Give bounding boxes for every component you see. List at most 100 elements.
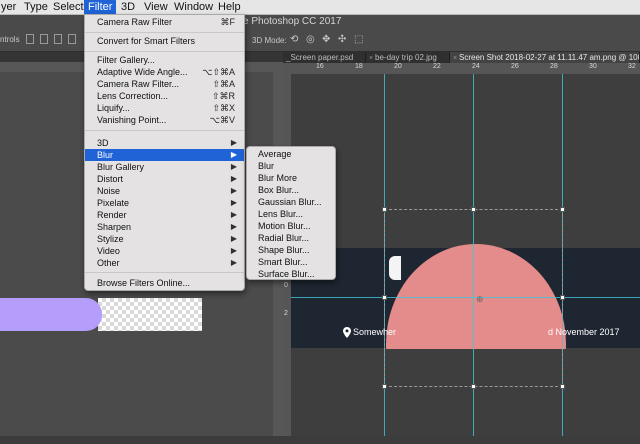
menu-separator <box>85 272 244 273</box>
menu-item-label: Adaptive Wide Angle... <box>97 67 188 77</box>
menu-item-3d[interactable]: 3D ▶ <box>85 137 244 149</box>
menu-item-label: Filter Gallery... <box>97 55 155 65</box>
align-icon[interactable] <box>68 34 76 44</box>
menu-item-lens-correction[interactable]: Lens Correction... ⇧⌘R <box>85 90 244 102</box>
transform-handle[interactable] <box>382 384 387 389</box>
ruler-mark: 32 <box>628 63 636 70</box>
ruler-mark: 2 <box>284 310 288 317</box>
menu-item-label: Convert for Smart Filters <box>97 36 196 46</box>
canvas[interactable]: ⊕ Somewher d November 2017 <box>291 74 640 436</box>
menu-view[interactable]: View <box>140 0 172 14</box>
menu-item-sharpen[interactable]: Sharpen ▶ <box>85 221 244 233</box>
menu-item-other[interactable]: Other ▶ <box>85 257 244 269</box>
menu-item-render[interactable]: Render ▶ <box>85 209 244 221</box>
submenu-item-radial-blur[interactable]: Radial Blur... <box>247 232 335 244</box>
transform-handle[interactable] <box>560 207 565 212</box>
submenu-item-label: Gaussian Blur... <box>258 197 322 207</box>
menu-item-video[interactable]: Video ▶ <box>85 245 244 257</box>
menu-item-blur-gallery[interactable]: Blur Gallery ▶ <box>85 161 244 173</box>
menu-item-pixelate[interactable]: Pixelate ▶ <box>85 197 244 209</box>
ruler-mark: 24 <box>472 63 480 70</box>
submenu-arrow-icon: ▶ <box>230 246 237 255</box>
menu-item-shortcut: ⌥⌘V <box>209 115 235 125</box>
menu-item-label: Blur <box>97 150 114 160</box>
menu-filter[interactable]: Filter <box>84 0 117 14</box>
align-icon[interactable] <box>54 34 62 44</box>
menu-item-camera-raw-filter-last[interactable]: Camera Raw Filter ⌘F <box>85 16 244 28</box>
menu-help[interactable]: Help <box>214 0 245 14</box>
submenu-item-blur[interactable]: Blur <box>247 160 335 172</box>
guide-vertical[interactable] <box>473 74 474 436</box>
menu-item-label: Lens Correction... <box>97 91 169 101</box>
menu-window[interactable]: Window <box>170 0 217 14</box>
transform-handle[interactable] <box>471 384 476 389</box>
submenu-item-shape-blur[interactable]: Shape Blur... <box>247 244 335 256</box>
submenu-item-gaussian-blur[interactable]: Gaussian Blur... <box>247 196 335 208</box>
transform-handle[interactable] <box>471 207 476 212</box>
menu-item-label: Stylize <box>97 234 124 244</box>
3d-scale-icon[interactable]: ⬚ <box>354 34 363 45</box>
transform-handle[interactable] <box>382 295 387 300</box>
menu-item-shortcut: ⌘F <box>220 17 236 27</box>
menu-item-label: Browse Filters Online... <box>97 278 191 288</box>
menu-3d[interactable]: 3D <box>117 0 139 14</box>
3d-slide-icon[interactable]: ✣ <box>338 34 346 45</box>
menu-item-camera-raw-filter[interactable]: Camera Raw Filter... ⇧⌘A <box>85 78 244 90</box>
menu-item-stylize[interactable]: Stylize ▶ <box>85 233 244 245</box>
menu-select[interactable]: Select <box>49 0 88 14</box>
menu-item-liquify[interactable]: Liquify... ⇧⌘X <box>85 102 244 114</box>
menu-item-vanishing-point[interactable]: Vanishing Point... ⌥⌘V <box>85 114 244 126</box>
submenu-item-blur-more[interactable]: Blur More <box>247 172 335 184</box>
3d-pan-icon[interactable]: ✥ <box>322 34 330 45</box>
submenu-item-label: Smart Blur... <box>258 257 308 267</box>
menu-layer[interactable]: yer <box>0 0 20 14</box>
menu-item-convert-smart-filters[interactable]: Convert for Smart Filters <box>85 35 244 47</box>
menu-item-shortcut: ⇧⌘X <box>212 103 235 113</box>
menu-item-browse-filters-online[interactable]: Browse Filters Online... <box>85 277 244 289</box>
align-icon[interactable] <box>26 34 34 44</box>
submenu-item-smart-blur[interactable]: Smart Blur... <box>247 256 335 268</box>
submenu-arrow-icon: ▶ <box>230 210 237 219</box>
menu-item-label: Distort <box>97 174 124 184</box>
menu-item-noise[interactable]: Noise ▶ <box>85 185 244 197</box>
center-point-icon: ⊕ <box>476 294 484 304</box>
tab-day-trip[interactable]: × be-day trip 02.jpg <box>366 52 450 63</box>
ruler-mark: 16 <box>316 63 324 70</box>
submenu-item-label: Lens Blur... <box>258 209 304 219</box>
menu-item-filter-gallery[interactable]: Filter Gallery... <box>85 54 244 66</box>
purple-shape <box>0 298 102 331</box>
submenu-item-motion-blur[interactable]: Motion Blur... <box>247 220 335 232</box>
submenu-item-label: Radial Blur... <box>258 233 310 243</box>
3d-mode-label: 3D Mode: <box>252 36 287 45</box>
3d-roll-icon[interactable]: ◎ <box>306 34 315 45</box>
tab-screen-shot[interactable]: × Screen Shot 2018-02-27 at 11.11.47 am.p… <box>450 52 640 63</box>
menu-type[interactable]: Type <box>20 0 52 14</box>
horizontal-ruler: 16 18 20 22 24 26 28 30 32 <box>283 63 640 74</box>
transform-handle[interactable] <box>560 384 565 389</box>
submenu-arrow-icon: ▶ <box>230 222 237 231</box>
tab-screen-paper[interactable]: _Screen paper.psd <box>283 52 366 63</box>
align-icon[interactable] <box>40 34 48 44</box>
submenu-item-surface-blur[interactable]: Surface Blur... <box>247 268 335 280</box>
submenu-item-lens-blur[interactable]: Lens Blur... <box>247 208 335 220</box>
transform-handle[interactable] <box>382 207 387 212</box>
menu-item-label: Render <box>97 210 127 220</box>
submenu-item-box-blur[interactable]: Box Blur... <box>247 184 335 196</box>
3d-rotate-icon[interactable]: ⟲ <box>290 34 298 45</box>
menu-item-label: Liquify... <box>97 103 130 113</box>
transform-handle[interactable] <box>560 295 565 300</box>
submenu-arrow-icon: ▶ <box>230 138 237 147</box>
menu-separator <box>85 51 244 52</box>
document-tabs: _Screen paper.psd × be-day trip 02.jpg × S… <box>283 52 640 63</box>
guide-horizontal[interactable] <box>291 297 640 298</box>
ruler-mark: 22 <box>433 63 441 70</box>
tab-label: Screen Shot 2018-02-27 at 11.11.47 am.pn… <box>459 53 640 62</box>
menu-item-adaptive-wide-angle[interactable]: Adaptive Wide Angle... ⌥⇧⌘A <box>85 66 244 78</box>
menu-item-label: Video <box>97 246 120 256</box>
location-pin-icon <box>343 327 351 338</box>
submenu-item-label: Surface Blur... <box>258 269 315 279</box>
menu-item-label: Noise <box>97 186 121 196</box>
submenu-item-average[interactable]: Average <box>247 148 335 160</box>
menu-item-blur[interactable]: Blur ▶ <box>85 149 244 161</box>
menu-item-distort[interactable]: Distort ▶ <box>85 173 244 185</box>
